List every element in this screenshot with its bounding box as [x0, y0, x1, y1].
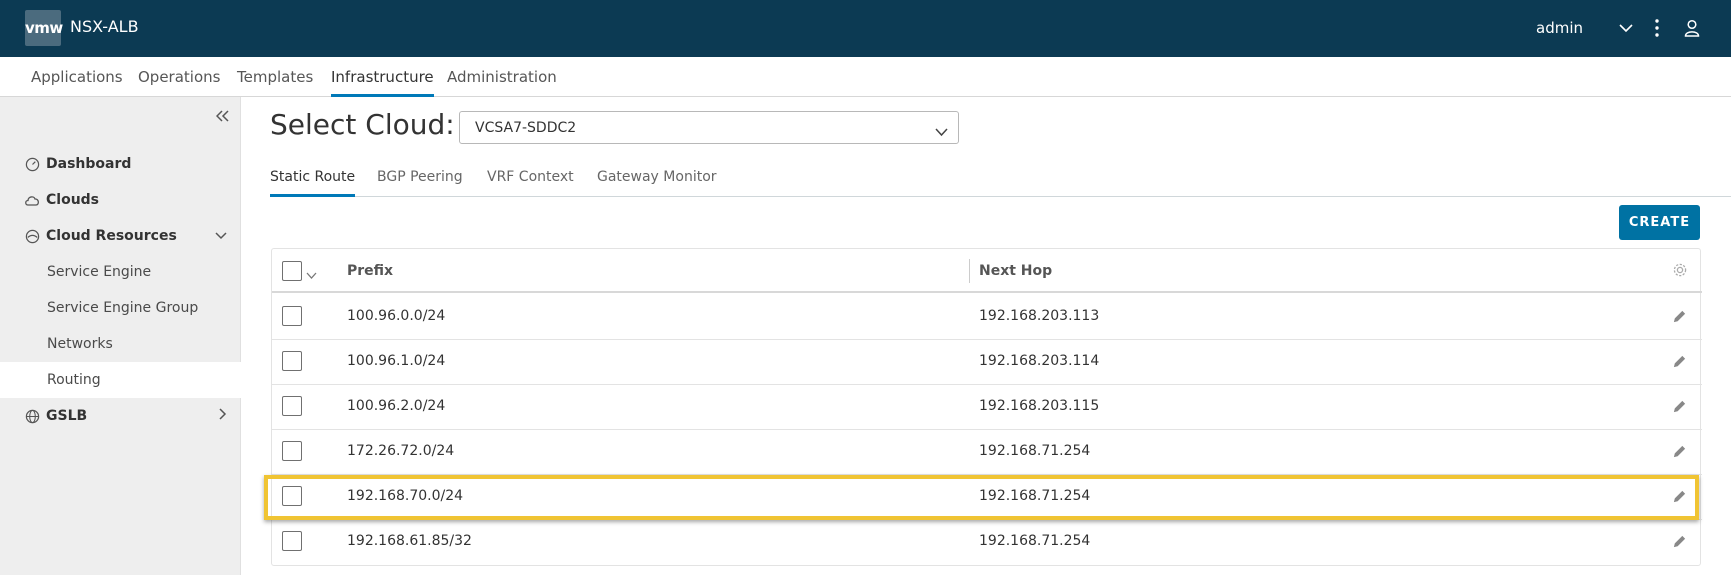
- nav-administration[interactable]: Administration: [447, 57, 557, 97]
- prefix-cell: 100.96.2.0/24: [347, 398, 446, 414]
- sidebar-item-label: Dashboard: [46, 156, 132, 172]
- tab-bgp-peering[interactable]: BGP Peering: [377, 160, 463, 197]
- column-header-prefix[interactable]: Prefix: [347, 263, 393, 279]
- main-nav: Applications Operations Templates Infras…: [0, 57, 1731, 97]
- app-name: NSX-ALB: [70, 17, 139, 36]
- routing-tabs: Static Route BGP Peering VRF Context Gat…: [270, 160, 1731, 197]
- pencil-icon[interactable]: [1672, 399, 1687, 418]
- pencil-icon[interactable]: [1672, 309, 1687, 328]
- more-vertical-icon[interactable]: [1645, 14, 1669, 42]
- app-header: vmw NSX-ALB admin: [0, 0, 1731, 57]
- sidebar-item-clouds[interactable]: Clouds: [0, 182, 241, 218]
- select-all-checkbox[interactable]: [282, 261, 302, 281]
- chevron-down-icon[interactable]: [306, 264, 317, 283]
- row-checkbox[interactable]: [282, 396, 302, 416]
- chevron-down-icon[interactable]: [1614, 14, 1638, 42]
- table-row-highlighted: 192.168.70.0/24 192.168.71.254: [272, 475, 1702, 520]
- sidebar-item-service-engine[interactable]: Service Engine: [0, 254, 241, 290]
- static-route-table: Prefix Next Hop 100.96.0.0/24 192.168.20…: [271, 248, 1702, 566]
- create-button[interactable]: CREATE: [1619, 205, 1700, 240]
- sidebar-item-gslb[interactable]: GSLB: [0, 398, 241, 434]
- chevron-right-icon: [219, 408, 227, 424]
- gear-icon[interactable]: [1672, 262, 1688, 282]
- column-divider[interactable]: [969, 259, 970, 283]
- prefix-cell: 100.96.0.0/24: [347, 308, 446, 324]
- row-checkbox[interactable]: [282, 531, 302, 551]
- row-checkbox[interactable]: [282, 351, 302, 371]
- nav-templates[interactable]: Templates: [237, 57, 313, 97]
- sidebar-item-cloud-resources[interactable]: Cloud Resources: [0, 218, 241, 254]
- sidebar-item-label: Clouds: [46, 192, 100, 208]
- table-row: 100.96.1.0/24 192.168.203.114: [272, 340, 1702, 385]
- tab-gateway-monitor[interactable]: Gateway Monitor: [597, 160, 717, 197]
- table-header: Prefix Next Hop: [272, 249, 1702, 293]
- select-cloud-label: Select Cloud:: [270, 108, 455, 141]
- next-hop-cell: 192.168.203.114: [979, 353, 1100, 369]
- row-checkbox[interactable]: [282, 441, 302, 461]
- sidebar-item-label: Cloud Resources: [46, 228, 177, 244]
- prefix-cell: 172.26.72.0/24: [347, 443, 455, 459]
- next-hop-cell: 192.168.203.113: [979, 308, 1100, 324]
- next-hop-cell: 192.168.203.115: [979, 398, 1100, 414]
- cloud-select-dropdown[interactable]: VCSA7-SDDC2: [459, 111, 959, 144]
- sidebar-item-service-engine-group[interactable]: Service Engine Group: [0, 290, 241, 326]
- pencil-icon[interactable]: [1672, 534, 1687, 553]
- user-icon[interactable]: [1680, 14, 1704, 42]
- globe-icon: [24, 408, 40, 424]
- tab-static-route[interactable]: Static Route: [270, 160, 356, 197]
- sidebar-item-dashboard[interactable]: Dashboard: [0, 146, 241, 182]
- sidebar: Dashboard Clouds Cloud Resources Service…: [0, 97, 241, 575]
- dashboard-icon: [24, 156, 40, 172]
- row-checkbox[interactable]: [282, 306, 302, 326]
- chevron-down-icon: [935, 122, 948, 141]
- pencil-icon[interactable]: [1672, 354, 1687, 373]
- tab-vrf-context[interactable]: VRF Context: [487, 160, 574, 197]
- column-header-next-hop[interactable]: Next Hop: [979, 263, 1052, 279]
- prefix-cell: 100.96.1.0/24: [347, 353, 446, 369]
- table-row: 192.168.61.85/32 192.168.71.254: [272, 520, 1702, 565]
- cloud-select-value: VCSA7-SDDC2: [475, 120, 577, 136]
- prefix-cell: 192.168.70.0/24: [347, 488, 464, 504]
- sidebar-item-networks[interactable]: Networks: [0, 326, 241, 362]
- table-row: 100.96.2.0/24 192.168.203.115: [272, 385, 1702, 430]
- chevron-down-icon: [215, 228, 227, 244]
- table-row: 100.96.0.0/24 192.168.203.113: [272, 295, 1702, 340]
- prefix-cell: 192.168.61.85/32: [347, 533, 472, 549]
- next-hop-cell: 192.168.71.254: [979, 533, 1091, 549]
- cloud-resources-icon: [24, 228, 40, 244]
- sidebar-item-label: GSLB: [46, 408, 88, 424]
- cloud-icon: [24, 192, 40, 208]
- nav-operations[interactable]: Operations: [138, 57, 220, 97]
- user-menu-label[interactable]: admin: [1536, 19, 1583, 37]
- nav-applications[interactable]: Applications: [31, 57, 123, 97]
- pencil-icon[interactable]: [1672, 444, 1687, 463]
- pencil-icon[interactable]: [1672, 489, 1687, 508]
- collapse-sidebar-icon[interactable]: [212, 105, 234, 127]
- nav-infrastructure[interactable]: Infrastructure: [331, 57, 434, 97]
- next-hop-cell: 192.168.71.254: [979, 443, 1091, 459]
- vmware-logo: vmw: [25, 10, 63, 46]
- sidebar-item-routing[interactable]: Routing: [0, 362, 241, 398]
- row-checkbox[interactable]: [282, 486, 302, 506]
- next-hop-cell: 192.168.71.254: [979, 488, 1091, 504]
- table-row: 172.26.72.0/24 192.168.71.254: [272, 430, 1702, 475]
